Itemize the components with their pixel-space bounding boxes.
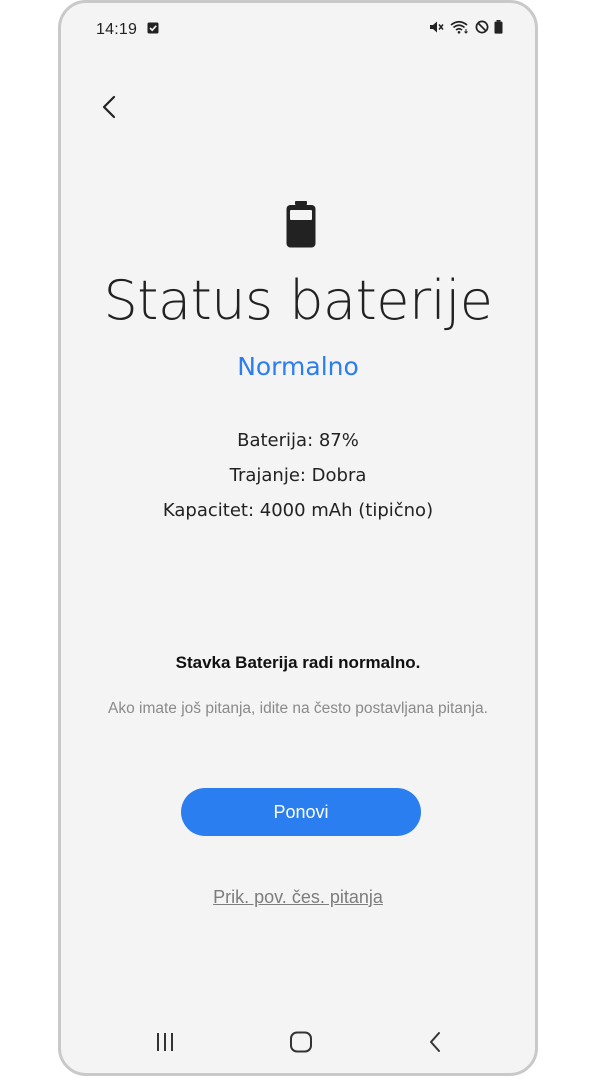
wifi-icon <box>450 20 468 34</box>
battery-icon <box>286 201 316 248</box>
recent-apps-button[interactable] <box>145 1025 185 1059</box>
chevron-left-icon <box>102 95 116 119</box>
faq-link[interactable]: Prik. pov. čes. pitanja <box>61 887 535 908</box>
mute-icon <box>430 21 444 33</box>
status-time: 14:19 <box>96 21 138 38</box>
result-message: Stavka Baterija radi normalno. <box>175 653 421 672</box>
home-button[interactable] <box>281 1025 321 1059</box>
recent-apps-icon <box>157 1033 173 1051</box>
battery-icon <box>494 20 503 34</box>
battery-status-value: Normalno <box>237 352 359 381</box>
navigation-bar <box>61 1013 535 1073</box>
page-title: Status baterije <box>103 269 493 332</box>
battery-level-text: Baterija: 87% <box>237 430 359 451</box>
status-bar: 14:19 <box>61 3 535 55</box>
result-sub-message: Ako imate još pitanja, idite na često po… <box>108 700 488 717</box>
do-not-disturb-icon <box>475 20 489 34</box>
retry-button[interactable]: Ponovi <box>181 788 421 836</box>
back-button[interactable] <box>91 87 127 127</box>
nav-back-button[interactable] <box>415 1025 455 1059</box>
home-icon <box>290 1031 312 1053</box>
battery-capacity-text: Kapacitet: 4000 mAh (tipično) <box>162 500 434 521</box>
phone-frame: 14:19 Status baterije Normalno Baterija:… <box>58 0 538 1076</box>
status-icons <box>429 20 503 34</box>
battery-duration-text: Trajanje: Dobra <box>229 465 367 486</box>
back-icon <box>430 1032 440 1052</box>
checkbox-notification-icon <box>147 22 159 34</box>
